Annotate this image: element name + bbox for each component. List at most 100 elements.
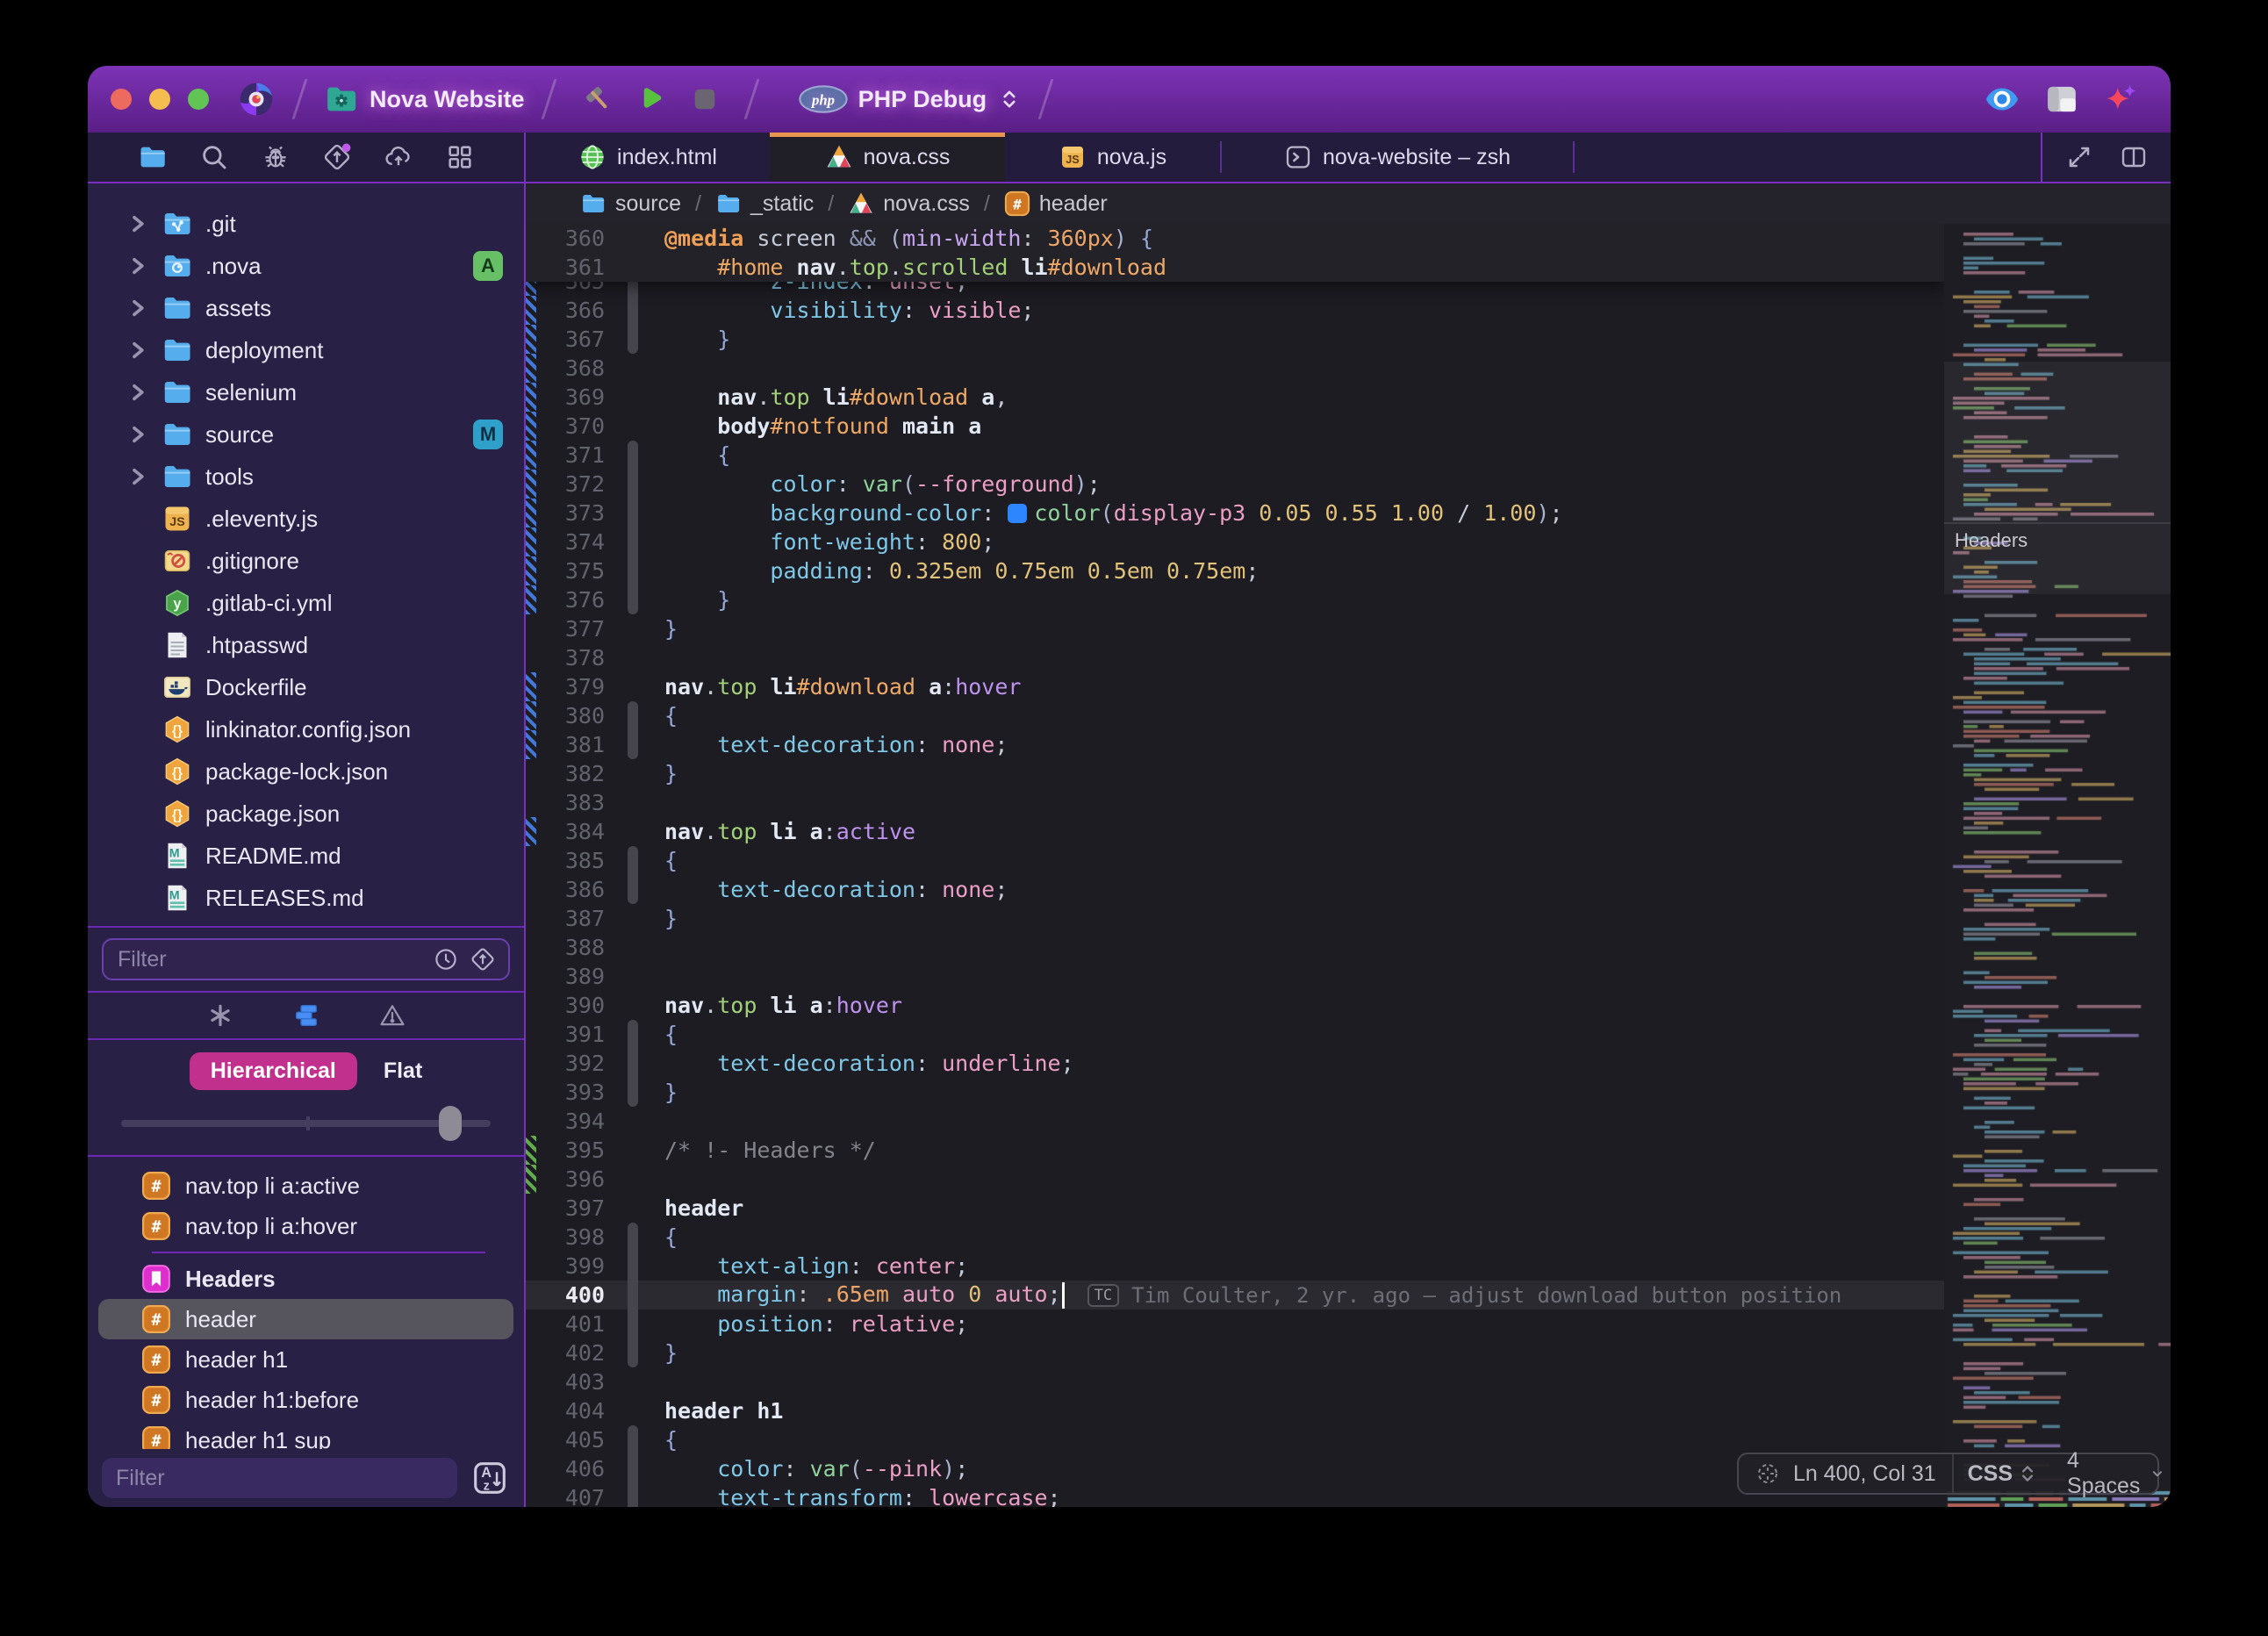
code-line-369[interactable]: 369 nav.top li#download a,: [526, 383, 1944, 412]
eye-button[interactable]: [1984, 82, 2020, 117]
code-line-385[interactable]: 385 {: [526, 846, 1944, 875]
stop-button[interactable]: [689, 83, 721, 115]
tree-item--git[interactable]: .git: [88, 203, 524, 245]
code-line-403[interactable]: 403: [526, 1367, 1944, 1396]
close-window-button[interactable]: [111, 89, 132, 110]
sort-alphabetical-icon[interactable]: Az: [470, 1458, 510, 1498]
code-line-380[interactable]: 380 {: [526, 701, 1944, 730]
task-selector[interactable]: php PHP Debug: [798, 84, 1023, 114]
chevron-right-icon[interactable]: [126, 465, 149, 488]
code-line-399[interactable]: 399 text-align: center;: [526, 1252, 1944, 1281]
code-line-372[interactable]: 372 color: var(--foreground);: [526, 470, 1944, 499]
code-line-382[interactable]: 382}: [526, 759, 1944, 788]
view-flat-option[interactable]: Flat: [384, 1058, 422, 1084]
minimize-window-button[interactable]: [149, 89, 170, 110]
tree-item-releases-md[interactable]: M RELEASES.md: [88, 877, 524, 919]
code-line-394[interactable]: 394: [526, 1107, 1944, 1136]
view-hierarchical-option[interactable]: Hierarchical: [189, 1052, 357, 1090]
chevron-right-icon[interactable]: [126, 255, 149, 277]
tab-nova-website-zsh[interactable]: nova-website – zsh: [1222, 133, 1573, 182]
sparkles-button[interactable]: [2104, 82, 2139, 117]
code-line-388[interactable]: 388: [526, 933, 1944, 962]
symbol-header-h1[interactable]: # header h1: [98, 1339, 513, 1380]
symbols-asterisk-icon[interactable]: [206, 1001, 234, 1030]
file-filter-input[interactable]: [116, 945, 422, 973]
code-line-361[interactable]: 361 #home nav.top.scrolled li#download: [526, 253, 1944, 282]
code-line-375[interactable]: 375 padding: 0.325em 0.75em 0.5em 0.75em…: [526, 556, 1944, 585]
code-line-377[interactable]: 377}: [526, 614, 1944, 643]
breadcrumb-item-source[interactable]: source: [580, 190, 681, 217]
code-line-397[interactable]: 397 header: [526, 1194, 1944, 1223]
workspace-chip[interactable]: Nova Website: [324, 82, 525, 117]
tree-item--htpasswd[interactable]: .htpasswd: [88, 624, 524, 666]
code-line-371[interactable]: 371 {: [526, 441, 1944, 470]
chevron-right-icon[interactable]: [126, 297, 149, 319]
code-line-383[interactable]: 383: [526, 788, 1944, 817]
tree-item-readme-md[interactable]: M README.md: [88, 835, 524, 877]
code-line-392[interactable]: 392 text-decoration: underline;: [526, 1049, 1944, 1078]
symbol-header-h1-before[interactable]: # header h1:before: [98, 1380, 513, 1420]
code-line-407[interactable]: 407 text-transform: lowercase;: [526, 1483, 1944, 1507]
sidebar-tab-search[interactable]: [199, 142, 229, 172]
tree-item--nova[interactable]: .nova A: [88, 245, 524, 287]
indentation-selector[interactable]: 4 Spaces: [2053, 1448, 2171, 1499]
recent-filters-icon[interactable]: [433, 946, 459, 972]
sidebar-tab-files[interactable]: [138, 142, 168, 172]
code-line-400[interactable]: 400 margin: .65em auto 0 auto; TC Tim Coul…: [526, 1281, 1944, 1310]
expand-button[interactable]: [2065, 143, 2093, 171]
color-swatch[interactable]: [1008, 504, 1028, 523]
code-line-386[interactable]: 386 text-decoration: none;: [526, 875, 1944, 904]
symbol-header[interactable]: # header: [98, 1299, 513, 1339]
minimap[interactable]: Headers: [1944, 224, 2171, 1507]
tab-nova-css[interactable]: nova.css: [770, 133, 1005, 182]
code-line-360[interactable]: 360 @media screen && (min-width: 360px) {: [526, 224, 1944, 253]
code-line-387[interactable]: 387}: [526, 904, 1944, 933]
sidebar-tab-extensions[interactable]: [445, 142, 475, 172]
language-selector[interactable]: CSS: [1954, 1461, 2053, 1487]
tree-item-source[interactable]: source M: [88, 413, 524, 456]
symbol-nav-top-li-a-active[interactable]: # nav.top li a:active: [98, 1166, 513, 1206]
code-line-379[interactable]: 379 nav.top li#download a:hover: [526, 672, 1944, 701]
filter-options-icon[interactable]: [470, 946, 496, 972]
code-line-389[interactable]: 389: [526, 962, 1944, 991]
code-line-401[interactable]: 401 position: relative;: [526, 1310, 1944, 1338]
tree-item--eleventy-js[interactable]: JS .eleventy.js: [88, 498, 524, 540]
code-line-376[interactable]: 376 }: [526, 585, 1944, 614]
code-line-381[interactable]: 381 text-decoration: none;: [526, 730, 1944, 759]
breadcrumb-item-nova-css[interactable]: nova.css: [848, 190, 970, 217]
code-line-374[interactable]: 374 font-weight: 800;: [526, 527, 1944, 556]
code-line-368[interactable]: 368: [526, 354, 1944, 383]
code-line-384[interactable]: 384 nav.top li a:active: [526, 817, 1944, 846]
code-line-395[interactable]: 395 /* !- Headers */: [526, 1136, 1944, 1165]
tree-item-selenium[interactable]: selenium: [88, 371, 524, 413]
code-line-390[interactable]: 390 nav.top li a:hover: [526, 991, 1944, 1020]
chevron-right-icon[interactable]: [126, 381, 149, 404]
split-button[interactable]: [2120, 143, 2148, 171]
chevron-right-icon[interactable]: [126, 212, 149, 235]
sidebar-tab-publish[interactable]: [322, 142, 352, 172]
code-line-378[interactable]: 378: [526, 643, 1944, 672]
zoom-window-button[interactable]: [188, 89, 209, 110]
slider-thumb[interactable]: [439, 1106, 463, 1141]
breadcrumb-item-header[interactable]: # header: [1004, 190, 1108, 217]
symbol-headers[interactable]: Headers: [98, 1259, 513, 1299]
tree-item-package-lock-json[interactable]: {} package-lock.json: [88, 750, 524, 793]
code-line-365[interactable]: 365 z-index: unset;: [526, 282, 1944, 296]
code-line-370[interactable]: 370 body#notfound main a: [526, 412, 1944, 441]
symbols-warn-icon[interactable]: [378, 1001, 406, 1030]
chevron-right-icon[interactable]: [126, 423, 149, 446]
chevron-right-icon[interactable]: [126, 339, 149, 362]
tree-item-assets[interactable]: assets: [88, 287, 524, 329]
tree-item-tools[interactable]: tools: [88, 456, 524, 498]
code-line-406[interactable]: 406 color: var(--pink);: [526, 1454, 1944, 1483]
code-editor[interactable]: 365 z-index: unset;366 visibility: visib…: [526, 224, 1944, 1507]
code-line-391[interactable]: 391 {: [526, 1020, 1944, 1049]
code-line-367[interactable]: 367 }: [526, 325, 1944, 354]
tree-item-linkinator-config-json[interactable]: {} linkinator.config.json: [88, 708, 524, 750]
code-line-402[interactable]: 402}: [526, 1338, 1944, 1367]
play-button[interactable]: [635, 83, 666, 115]
sidebar-tab-debug[interactable]: [261, 142, 291, 172]
symbol-nav-top-li-a-hover[interactable]: # nav.top li a:hover: [98, 1206, 513, 1246]
tree-item-dockerfile[interactable]: Dockerfile: [88, 666, 524, 708]
goto-line-indicator[interactable]: Ln 400, Col 31: [1739, 1454, 1954, 1493]
